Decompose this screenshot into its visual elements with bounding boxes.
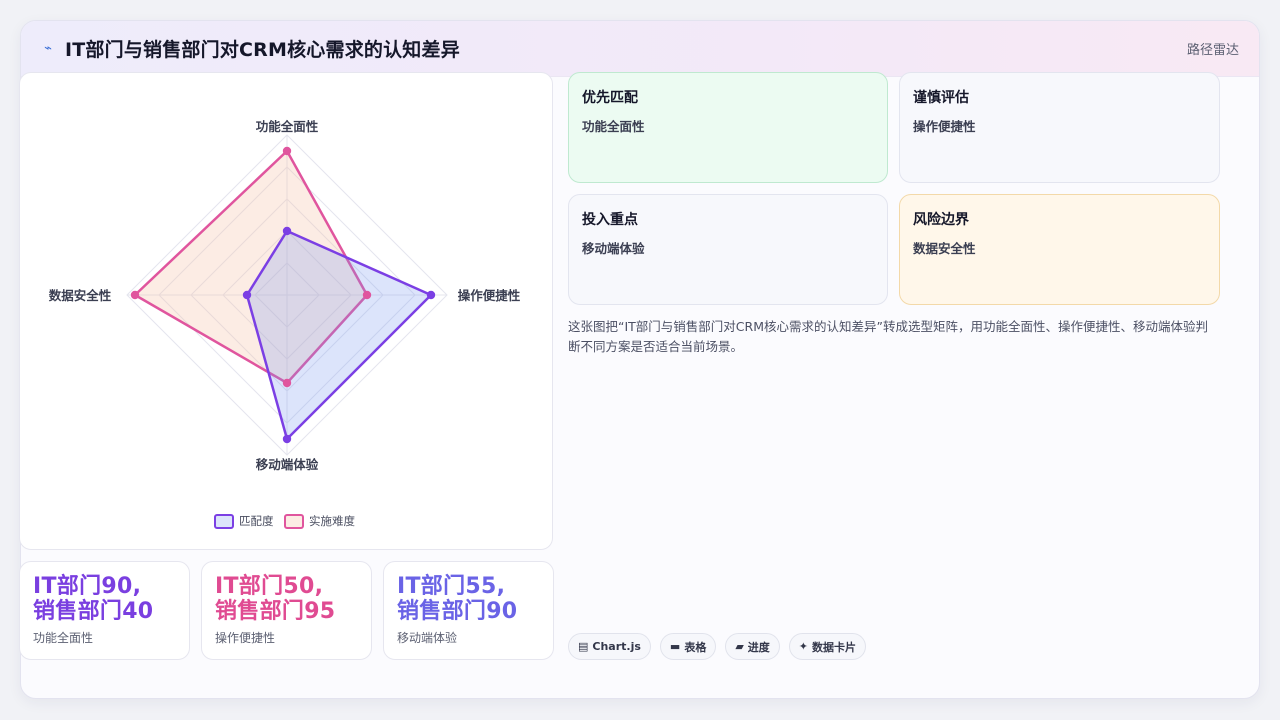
- matrix-cell-risk: 风险边界 数据安全性: [899, 194, 1220, 305]
- cell-subtitle: 功能全面性: [582, 119, 645, 134]
- cell-subtitle: 移动端体验: [582, 241, 645, 256]
- data-point: [282, 146, 292, 156]
- stat-card-1: IT部门50, 销售部门95 操作便捷性: [201, 561, 372, 660]
- data-point: [426, 290, 436, 300]
- stat-value: IT部门55, 销售部门90: [397, 574, 518, 624]
- data-point: [130, 290, 140, 300]
- cell-subtitle: 操作便捷性: [913, 119, 976, 134]
- stat-label: 移动端体验: [397, 631, 458, 645]
- chart-kind-label: 路径雷达: [1186, 43, 1239, 58]
- tag-data-card[interactable]: ✦ 数据卡片: [788, 633, 867, 660]
- cell-title: 投入重点: [582, 212, 638, 228]
- matrix-cell-caution: 谨慎评估 操作便捷性: [899, 72, 1220, 183]
- stat-card-0: IT部门90, 销售部门40 功能全面性: [19, 561, 190, 660]
- data-point: [282, 434, 292, 444]
- data-point: [362, 290, 372, 300]
- axis-label: 功能全面性: [256, 119, 319, 134]
- matrix-cell-focus: 投入重点 移动端体验: [568, 194, 888, 305]
- tag-chartjs[interactable]: ▤ Chart.js: [568, 633, 651, 660]
- sparkle-icon: ✦: [798, 640, 809, 653]
- legend-swatch: [214, 514, 234, 529]
- matrix-cell-priority: 优先匹配 功能全面性: [568, 72, 888, 183]
- series-area-0: [245, 229, 433, 441]
- description-text: 这张图把“IT部门与销售部门对CRM核心需求的认知差异”转成选型矩阵，用功能全面…: [568, 319, 1208, 354]
- cell-subtitle: 数据安全性: [913, 241, 976, 256]
- table-icon: ▬: [669, 640, 681, 653]
- insight-panel: 优先匹配 功能全面性 谨慎评估 操作便捷性 投入重点 移动端体验 风险边界 数据…: [568, 72, 1220, 357]
- tag-label: 表格: [684, 640, 707, 654]
- chart-line-icon: ⌁: [44, 41, 52, 56]
- cell-title: 优先匹配: [582, 90, 638, 106]
- page-title: IT部门与销售部门对CRM核心需求的认知差异: [65, 39, 460, 61]
- stat-row: IT部门90, 销售部门40 功能全面性 IT部门50, 销售部门95 操作便捷…: [19, 561, 554, 660]
- header: ⌁ IT部门与销售部门对CRM核心需求的认知差异 路径雷达: [21, 21, 1259, 77]
- radar-chart: 功能全面性操作便捷性移动端体验 数据安全性匹配度 实施难度: [48, 119, 521, 529]
- stat-label: 操作便捷性: [215, 631, 276, 645]
- axis-label: 移动端体验: [256, 457, 319, 472]
- cell-title: 风险边界: [913, 212, 969, 228]
- tag-progress[interactable]: ▰ 进度: [725, 633, 780, 660]
- title-wrap: ⌁ IT部门与销售部门对CRM核心需求的认知差异: [41, 35, 460, 62]
- axis-label: 操作便捷性: [458, 288, 521, 303]
- progress-icon: ▰: [735, 640, 744, 653]
- tag-label: 数据卡片: [812, 640, 857, 654]
- tag-table[interactable]: ▬ 表格: [659, 633, 717, 660]
- decision-matrix: 优先匹配 功能全面性 谨慎评估 操作便捷性 投入重点 移动端体验 风险边界 数据…: [568, 72, 1220, 305]
- tag-row: ▤ Chart.js ▬ 表格 ▰ 进度 ✦ 数据卡片: [568, 633, 867, 660]
- legend-label: 实施难度: [309, 514, 355, 528]
- cell-title: 谨慎评估: [913, 90, 969, 106]
- stat-value: IT部门90, 销售部门40: [33, 574, 154, 624]
- legend-swatch: [284, 514, 304, 529]
- data-point: [282, 378, 292, 388]
- radar-chart-card: 功能全面性操作便捷性移动端体验 数据安全性匹配度 实施难度: [19, 72, 553, 550]
- stat-label: 功能全面性: [33, 631, 94, 645]
- chart-panel: 功能全面性操作便捷性移动端体验 数据安全性匹配度 实施难度: [19, 72, 553, 550]
- data-point: [242, 290, 252, 300]
- stat-value: IT部门50, 销售部门95: [215, 574, 336, 624]
- stat-card-2: IT部门55, 销售部门90 移动端体验: [383, 561, 554, 660]
- tag-label: 进度: [747, 640, 770, 654]
- legend-label: 匹配度: [239, 514, 274, 528]
- chart-icon: ▤: [578, 640, 589, 653]
- tag-label: Chart.js: [592, 640, 641, 653]
- data-point: [282, 226, 292, 236]
- axis-label: 数据安全性: [48, 288, 112, 303]
